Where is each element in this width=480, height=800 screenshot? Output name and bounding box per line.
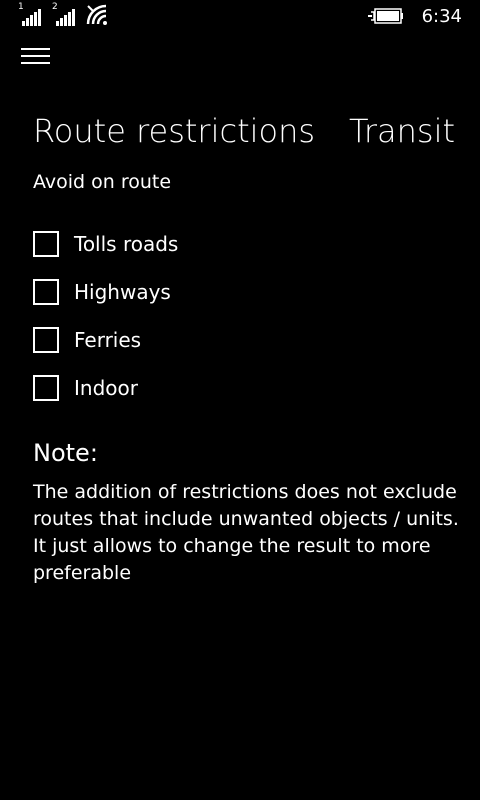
checkbox-label: Indoor [74, 376, 138, 400]
note-text: The addition of restrictions does not ex… [33, 481, 459, 584]
checkbox-box[interactable] [33, 375, 59, 401]
avoid-on-route-label: Avoid on route [33, 171, 172, 193]
checkbox-indoor[interactable]: Indoor [33, 372, 138, 404]
checkbox-highways[interactable]: Highways [33, 276, 171, 308]
app-screen: 1 2 6:34 Route restrictions Transit Avoi… [0, 0, 480, 800]
battery-charging-icon [368, 7, 404, 29]
hamburger-menu-button[interactable] [20, 44, 52, 68]
checkbox-label: Highways [74, 280, 171, 304]
status-bar: 1 2 6:34 [0, 0, 480, 32]
checkbox-box[interactable] [33, 231, 59, 257]
status-clock: 6:34 [421, 6, 462, 27]
checkbox-label: Tolls roads [74, 232, 179, 256]
checkbox-box[interactable] [33, 279, 59, 305]
checkbox-box[interactable] [33, 327, 59, 353]
wifi-icon [86, 4, 108, 30]
checkbox-ferries[interactable]: Ferries [33, 324, 141, 356]
hamburger-icon-line [21, 55, 50, 57]
pivot-tabs: Route restrictionsTransitT [33, 112, 480, 150]
note-title: Note: [33, 439, 98, 467]
tab-transit[interactable]: Transit [349, 112, 455, 150]
hamburger-icon-line [21, 62, 50, 64]
checkbox-tolls-roads[interactable]: Tolls roads [33, 228, 178, 260]
hamburger-icon-line [21, 48, 50, 50]
checkbox-label: Ferries [74, 328, 142, 352]
tab-route-restrictions[interactable]: Route restrictions [33, 112, 315, 150]
